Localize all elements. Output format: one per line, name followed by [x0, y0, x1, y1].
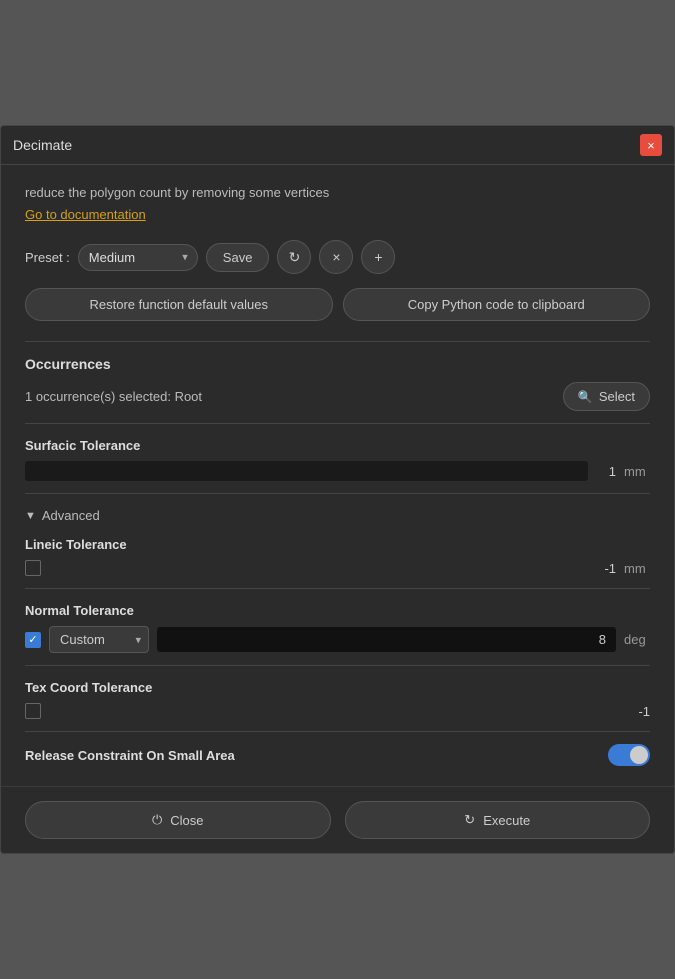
normal-dropdown[interactable]: Custom Low Medium High — [49, 626, 149, 653]
normal-tolerance-label: Normal Tolerance — [25, 603, 650, 618]
tex-coord-checkbox[interactable] — [25, 703, 41, 719]
description-text: reduce the polygon count by removing som… — [25, 185, 650, 200]
title-bar: Decimate × — [1, 126, 674, 165]
select-button[interactable]: 🔍 Select — [563, 382, 650, 411]
close-button-label: Close — [170, 813, 203, 828]
surfacic-tolerance-label: Surfacic Tolerance — [25, 438, 650, 453]
release-constraint-row: Release Constraint On Small Area — [25, 744, 650, 766]
normal-unit: deg — [624, 632, 650, 647]
surfacic-slider-track[interactable] — [25, 461, 588, 481]
preset-row: Preset : Low Medium High Custom Save ↻ ×… — [25, 240, 650, 274]
preset-close-icon: × — [332, 249, 340, 265]
occurrence-text: 1 occurrence(s) selected: Root — [25, 389, 202, 404]
normal-dropdown-wrapper: Custom Low Medium High — [49, 626, 149, 653]
tex-coord-label: Tex Coord Tolerance — [25, 680, 650, 695]
close-button[interactable]: ⏻ Close — [25, 801, 331, 839]
occurrences-section: Occurrences 1 occurrence(s) selected: Ro… — [25, 356, 650, 411]
tex-coord-value: -1 — [630, 704, 650, 719]
occurrences-title: Occurrences — [25, 356, 650, 372]
normal-value-box[interactable]: 8 — [157, 627, 616, 652]
lineic-tolerance-label: Lineic Tolerance — [25, 537, 650, 552]
save-button[interactable]: Save — [206, 243, 270, 272]
execute-button[interactable]: ↻ Execute — [345, 801, 651, 839]
content-area: reduce the polygon count by removing som… — [1, 165, 674, 786]
normal-tolerance-row: Custom Low Medium High 8 deg — [25, 626, 650, 653]
add-preset-button[interactable]: + — [361, 240, 395, 274]
copy-python-button[interactable]: Copy Python code to clipboard — [343, 288, 651, 321]
preset-close-button[interactable]: × — [319, 240, 353, 274]
lineic-value: -1 — [596, 561, 616, 576]
toggle-knob — [630, 746, 648, 764]
action-row: Restore function default values Copy Pyt… — [25, 288, 650, 321]
tex-coord-section: Tex Coord Tolerance -1 — [25, 680, 650, 719]
divider-6 — [25, 731, 650, 732]
advanced-label: Advanced — [42, 508, 100, 523]
divider-4 — [25, 588, 650, 589]
divider-2 — [25, 423, 650, 424]
divider-1 — [25, 341, 650, 342]
normal-checkbox[interactable] — [25, 632, 41, 648]
power-icon: ⏻ — [152, 812, 162, 828]
lineic-tolerance-row: -1 mm — [25, 560, 650, 576]
search-icon: 🔍 — [578, 390, 593, 404]
chevron-down-icon: ▼ — [25, 510, 36, 522]
select-button-label: Select — [599, 389, 635, 404]
lineic-checkbox[interactable] — [25, 560, 41, 576]
occurrence-row: 1 occurrence(s) selected: Root 🔍 Select — [25, 382, 650, 411]
surfacic-unit: mm — [624, 464, 650, 479]
tex-coord-row: -1 — [25, 703, 650, 719]
lineic-tolerance-section: Lineic Tolerance -1 mm — [25, 537, 650, 576]
window-close-button[interactable]: × — [640, 134, 662, 156]
release-constraint-label: Release Constraint On Small Area — [25, 748, 235, 763]
refresh-button[interactable]: ↻ — [277, 240, 311, 274]
add-icon: + — [374, 249, 382, 265]
restore-defaults-button[interactable]: Restore function default values — [25, 288, 333, 321]
surfacic-slider-fill — [25, 461, 588, 481]
surfacic-value: 1 — [596, 464, 616, 479]
refresh-icon: ↻ — [289, 249, 301, 266]
surfacic-tolerance-row: 1 mm — [25, 461, 650, 481]
execute-button-label: Execute — [483, 813, 530, 828]
preset-select[interactable]: Low Medium High Custom — [78, 244, 198, 271]
preset-select-wrapper: Low Medium High Custom — [78, 244, 198, 271]
normal-tolerance-section: Normal Tolerance Custom Low Medium High … — [25, 603, 650, 653]
footer: ⏻ Close ↻ Execute — [1, 786, 674, 853]
window-title: Decimate — [13, 137, 72, 153]
lineic-unit: mm — [624, 561, 650, 576]
release-constraint-toggle[interactable] — [608, 744, 650, 766]
preset-label: Preset : — [25, 250, 70, 265]
divider-3 — [25, 493, 650, 494]
advanced-toggle[interactable]: ▼ Advanced — [25, 508, 650, 523]
doc-link[interactable]: Go to documentation — [25, 207, 146, 222]
execute-refresh-icon: ↻ — [464, 812, 475, 828]
surfacic-tolerance-section: Surfacic Tolerance 1 mm — [25, 438, 650, 481]
divider-5 — [25, 665, 650, 666]
decimate-window: Decimate × reduce the polygon count by r… — [0, 125, 675, 854]
